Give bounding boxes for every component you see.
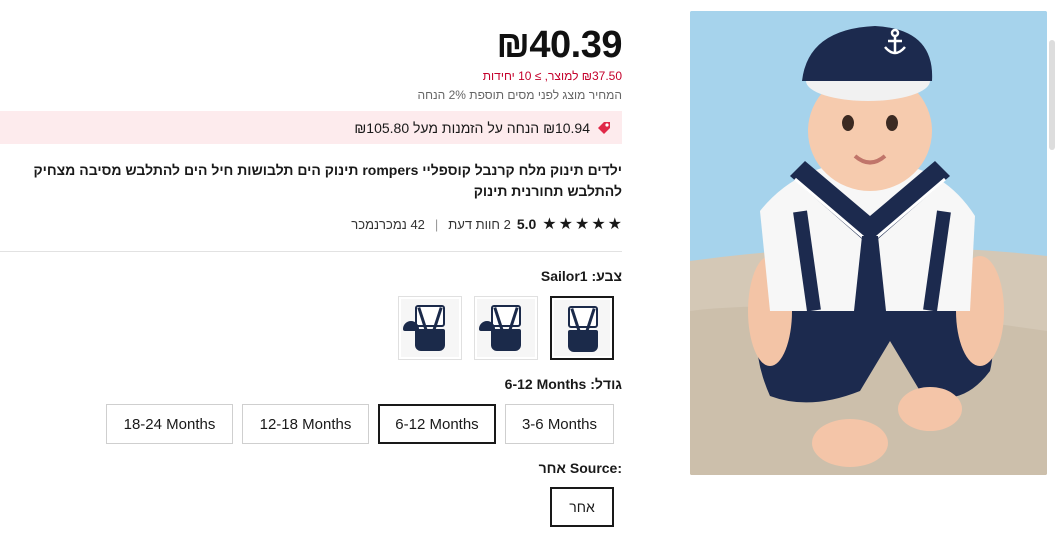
rating-score: 5.0 <box>516 216 537 232</box>
source-label-text: Source: <box>569 460 622 476</box>
source-selected-value: אחר <box>538 460 566 476</box>
source-option-other[interactable]: אחר <box>550 487 614 527</box>
tax-note: המחיר מוצג לפני מסים תוספת 2% הנחה <box>417 88 622 102</box>
product-main-image[interactable] <box>690 11 1047 475</box>
size-option-12-18[interactable]: 12-18 Months <box>242 404 369 444</box>
color-swatch-sailor1[interactable] <box>550 296 614 360</box>
bulk-unit-price: ₪37.50 למוצר, ≥ 10 יחידות <box>482 69 622 83</box>
size-label: גודל: 6-12 Months <box>505 376 622 392</box>
swatch-image <box>477 299 535 357</box>
size-option-6-12[interactable]: 6-12 Months <box>378 404 496 444</box>
star-icon: ★ <box>574 216 590 233</box>
separator: | <box>434 216 439 232</box>
discount-banner: ₪10.94 הנחה על הזמנות מעל ₪105.80 <box>0 111 622 144</box>
size-options: 3-6 Months 6-12 Months 12-18 Months 18-2… <box>106 404 614 444</box>
product-price: ₪40.39 <box>496 24 622 66</box>
reviews-link[interactable]: 2 חוות דעת <box>448 217 511 232</box>
size-option-3-6[interactable]: 3-6 Months <box>505 404 614 444</box>
source-label: Source: אחר <box>539 460 622 476</box>
size-selected-value: 6-12 Months <box>504 376 587 392</box>
sold-count: 42 נמכרנמכר <box>351 216 425 232</box>
divider <box>0 251 622 252</box>
color-swatch-sailor2[interactable] <box>474 296 538 360</box>
tag-icon <box>596 120 612 136</box>
color-swatches <box>398 296 614 360</box>
color-label: צבע: Sailor1 <box>541 268 622 284</box>
size-option-18-24[interactable]: 18-24 Months <box>106 404 233 444</box>
image-scrollbar[interactable] <box>1049 40 1055 150</box>
color-swatch-sailor3[interactable] <box>398 296 462 360</box>
star-icon: ★ <box>591 216 606 233</box>
product-title: ילדים תינוק מלח קרנבל קוספליי rompers תי… <box>33 162 622 199</box>
size-label-text: גודל: <box>590 376 622 392</box>
star-icon: ★ <box>542 216 557 233</box>
rating-row: ★ ★ ★ ★ ★ 5.0 2 חוות דעת | 42 נמכרנמכר <box>351 214 622 234</box>
swatch-image <box>401 299 459 357</box>
star-icon: ★ <box>558 216 573 233</box>
color-selected-value: Sailor1 <box>540 268 588 284</box>
rating-stars[interactable]: ★ ★ ★ ★ ★ <box>542 214 622 234</box>
color-label-text: צבע: <box>591 268 622 284</box>
discount-text: ₪10.94 הנחה על הזמנות מעל ₪105.80 <box>354 119 590 136</box>
star-icon: ★ <box>607 216 622 233</box>
baby-sailor-photo <box>690 11 1047 475</box>
swatch-image <box>554 300 610 356</box>
